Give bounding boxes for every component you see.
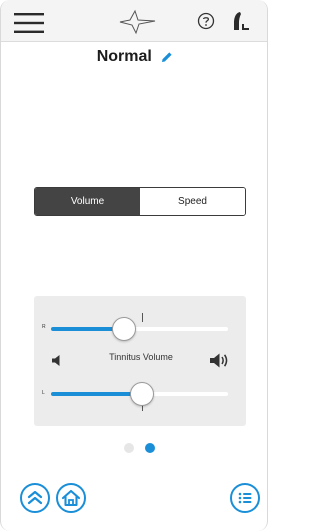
- menu-icon[interactable]: [14, 13, 44, 33]
- program-name: Normal: [96, 48, 152, 65]
- app-frame: Normal Volume Speed R Tinnitus Volume L: [0, 0, 268, 531]
- logo-icon: [119, 9, 156, 35]
- speaker-high-icon[interactable]: [209, 352, 230, 369]
- tinnitus-panel: R Tinnitus Volume L: [34, 296, 246, 426]
- mode-toggle: Volume Speed: [34, 187, 246, 216]
- tinnitus-volume-label: Tinnitus Volume: [109, 352, 173, 362]
- left-slider-fill: [51, 392, 141, 396]
- hearing-aid-icon[interactable]: [231, 10, 251, 32]
- program-title: Normal: [1, 48, 267, 70]
- right-slider-thumb[interactable]: [112, 317, 136, 341]
- top-bar: [1, 0, 267, 42]
- left-slider-thumb[interactable]: [130, 382, 154, 406]
- volume-tab[interactable]: Volume: [35, 188, 140, 215]
- page-dot-1[interactable]: [124, 443, 134, 453]
- help-icon[interactable]: [197, 12, 215, 30]
- speed-tab[interactable]: Speed: [140, 188, 245, 215]
- page-indicator: [1, 443, 267, 453]
- speaker-low-icon[interactable]: [51, 354, 65, 367]
- right-slider-tick: [142, 313, 143, 322]
- list-icon[interactable]: [230, 483, 260, 513]
- collapse-up-icon[interactable]: [20, 483, 50, 513]
- home-icon[interactable]: [56, 483, 86, 513]
- pencil-icon[interactable]: [161, 51, 173, 63]
- left-channel-label: L: [42, 390, 45, 396]
- right-channel-label: R: [42, 324, 46, 330]
- page-dot-2[interactable]: [145, 443, 155, 453]
